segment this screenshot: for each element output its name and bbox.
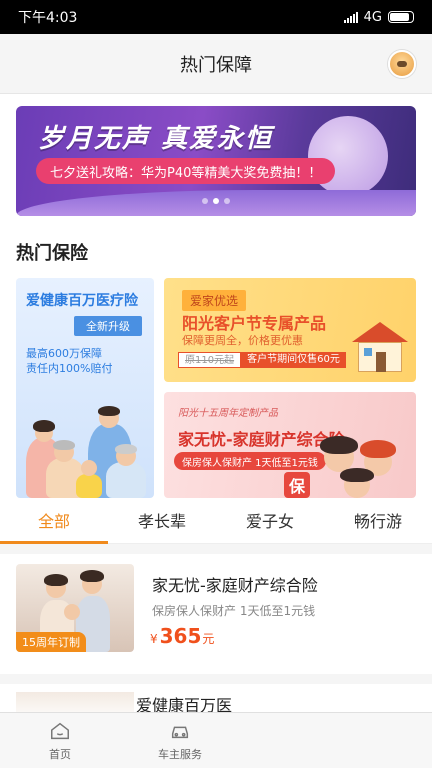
house-illustration — [352, 322, 408, 372]
carousel-dot[interactable] — [202, 198, 208, 204]
card-features: 最高600万保障 责任内100%赔付 — [26, 346, 112, 376]
category-tabs: 全部 孝长辈 爱子女 畅行游 — [0, 504, 432, 544]
avatar[interactable] — [388, 50, 416, 78]
divider — [0, 674, 432, 684]
product-name[interactable]: 爱健康百万医 — [136, 692, 232, 712]
nav-car-service-label: 车主服务 — [158, 747, 202, 761]
section-title: 热门保险 — [16, 243, 88, 264]
tab-travel[interactable]: 畅行游 — [324, 504, 432, 543]
product-price: ¥ 365 元 — [150, 624, 214, 648]
card-seal: 保 — [284, 472, 310, 498]
product-ribbon: 15周年订制 — [16, 632, 86, 652]
nav-home-label: 首页 — [49, 747, 71, 761]
signal-icon — [343, 11, 358, 23]
bottom-nav: 首页 车主服务 — [0, 712, 432, 768]
family-illustration — [26, 386, 146, 498]
card-price: 原110元起 客户节期间仅售60元 — [178, 352, 346, 368]
status-indicators: 4G — [343, 9, 414, 25]
price-unit: 元 — [202, 632, 215, 646]
nav-car-service[interactable]: 车主服务 — [120, 713, 240, 768]
tab-elders[interactable]: 孝长辈 — [108, 504, 216, 543]
main-content: 岁月无声 真爱永恒 七夕送礼攻略：华为P40等精美大奖免费抽！！ 热门保险 爱健… — [0, 94, 432, 712]
page-title: 热门保障 — [180, 54, 252, 76]
product-thumbnail: 15周年订制 — [16, 564, 134, 652]
card-feature-2: 责任内100%赔付 — [26, 362, 113, 375]
carousel-dot-active[interactable] — [213, 198, 219, 204]
card-new-price: 客户节期间仅售60元 — [241, 352, 346, 368]
battery-icon — [388, 11, 414, 23]
price-currency: ¥ — [150, 632, 158, 646]
nav-home[interactable]: 首页 — [0, 713, 120, 768]
card-home-property[interactable]: 阳光十五周年定制产品 家无忧-家庭财产综合险 保房保人保财产 1天低至1元钱 保 — [164, 392, 416, 498]
product-item[interactable]: 15周年订制 家无忧-家庭财产综合险 保房保人保财产 1天低至1元钱 ¥ 365… — [16, 564, 416, 656]
card-badge: 爱家优选 — [182, 290, 247, 311]
card-health-insurance[interactable]: 爱健康百万医疗险 全新升级 最高600万保障 责任内100%赔付 — [16, 278, 154, 498]
price-value: 365 — [159, 624, 202, 648]
network-type: 4G — [363, 9, 382, 25]
divider — [0, 544, 432, 554]
promo-banner[interactable]: 岁月无声 真爱永恒 七夕送礼攻略：华为P40等精美大奖免费抽！！ — [16, 106, 416, 216]
banner-headline: 岁月无声 真爱永恒 — [38, 124, 274, 154]
banner-promo-text: 七夕送礼攻略：华为P40等精美大奖免费抽！！ — [36, 158, 336, 184]
card-old-price: 原110元起 — [178, 352, 242, 368]
status-time: 下午4:03 — [18, 10, 78, 26]
title-bar: 热门保障 — [0, 34, 432, 94]
card-feature-1: 最高600万保障 — [26, 347, 102, 360]
car-icon — [171, 726, 189, 738]
product-description: 保房保人保财产 1天低至1元钱 — [152, 604, 316, 618]
product-name: 家无忧-家庭财产综合险 — [152, 576, 318, 595]
carousel-dots — [202, 198, 230, 204]
card-kicker: 阳光十五周年定制产品 — [178, 408, 278, 419]
tab-all[interactable]: 全部 — [0, 504, 108, 544]
card-subtitle: 保障更周全，价格更优惠 — [182, 334, 303, 347]
card-pill: 保房保人保财产 1天低至1元钱 — [174, 452, 326, 470]
carousel-dot[interactable] — [224, 198, 230, 204]
card-title: 阳光客户节专属产品 — [182, 314, 327, 333]
status-bar: 下午4:03 4G — [0, 0, 432, 34]
card-title: 爱健康百万医疗险 — [26, 293, 138, 309]
moon-illustration — [308, 116, 388, 196]
product-thumbnail[interactable] — [16, 692, 134, 712]
tab-children[interactable]: 爱子女 — [216, 504, 324, 543]
card-customer-festival[interactable]: 爱家优选 阳光客户节专属产品 保障更周全，价格更优惠 原110元起 客户节期间仅… — [164, 278, 416, 382]
card-tag: 全新升级 — [74, 316, 142, 336]
home-icon — [51, 722, 69, 739]
